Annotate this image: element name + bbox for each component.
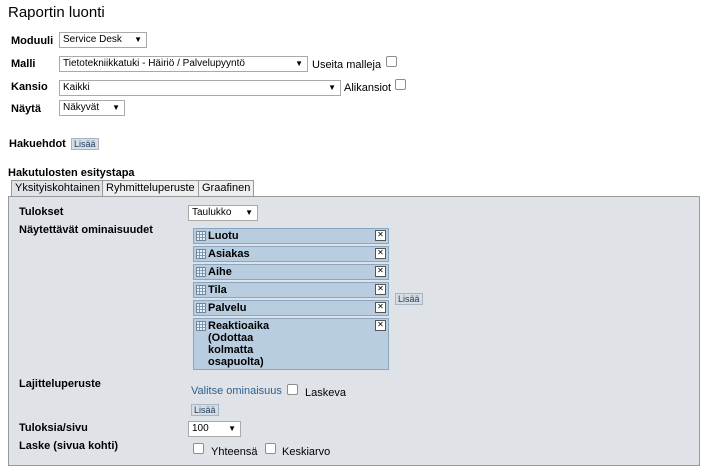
multi-templates-label: Useita malleja [312, 59, 382, 71]
close-icon[interactable]: ✕ [375, 284, 386, 295]
output-select-value: Taulukko [192, 207, 232, 218]
attribute-item-label: Asiakas [208, 248, 250, 260]
tab-graphical[interactable]: Graafinen [198, 180, 255, 197]
chevron-down-icon: ▼ [245, 208, 253, 217]
tab-detailed[interactable]: Yksityiskohtainen [11, 180, 104, 197]
show-select-value: Näkyvät [63, 102, 100, 113]
show-select[interactable]: Näkyvät ▼ [59, 100, 125, 116]
subfolders-label: Alikansiot [344, 82, 392, 94]
module-select[interactable]: Service Desk ▼ [59, 32, 147, 48]
drag-handle-icon[interactable] [196, 285, 206, 295]
close-icon[interactable]: ✕ [375, 248, 386, 259]
sort-label: Lajitteluperuste [19, 378, 101, 390]
template-label: Malli [11, 58, 36, 70]
attribute-item-created[interactable]: Luotu ✕ [193, 228, 389, 244]
subfolders-checkbox[interactable] [395, 79, 406, 90]
chevron-down-icon: ▼ [112, 103, 120, 112]
tab-grouping[interactable]: Ryhmitteluperuste [102, 180, 199, 197]
template-select[interactable]: Tietotekniikkatuki - Häiriö / Palvelupyy… [59, 56, 308, 72]
chevron-down-icon: ▼ [228, 424, 236, 433]
drag-handle-icon[interactable] [196, 267, 206, 277]
attribute-item-customer[interactable]: Asiakas ✕ [193, 246, 389, 262]
output-label: Tulokset [19, 206, 64, 218]
attribute-item-label: Aihe [208, 266, 232, 278]
attribute-item-label: Tila [208, 284, 227, 296]
calc-label: Laske (sivua kohti) [19, 440, 119, 452]
per-page-select-value: 100 [192, 423, 209, 434]
template-select-value: Tietotekniikkatuki - Häiriö / Palvelupyy… [63, 58, 245, 69]
sum-label: Yhteensä [211, 446, 258, 458]
per-page-label: Tuloksia/sivu [19, 422, 88, 434]
drag-handle-icon[interactable] [196, 303, 206, 313]
output-select[interactable]: Taulukko ▼ [188, 205, 258, 221]
choose-attribute-link[interactable]: Valitse ominaisuus [191, 385, 282, 397]
module-label: Moduuli [11, 35, 54, 47]
descending-label: Laskeva [305, 387, 346, 399]
criteria-label: Hakuehdot [9, 138, 66, 150]
attribute-item-status[interactable]: Tila ✕ [193, 282, 389, 298]
drag-handle-icon[interactable] [196, 249, 206, 259]
drag-handle-icon[interactable] [196, 321, 206, 331]
close-icon[interactable]: ✕ [375, 266, 386, 277]
sum-checkbox[interactable] [193, 443, 204, 454]
chevron-down-icon: ▼ [295, 59, 303, 68]
chevron-down-icon: ▼ [328, 83, 336, 92]
add-sort-button[interactable]: Lisää [191, 404, 219, 416]
page-title: Raportin luonti [8, 4, 105, 21]
attribute-item-service[interactable]: Palvelu ✕ [193, 300, 389, 316]
add-attribute-button[interactable]: Lisää [395, 293, 423, 305]
show-label: Näytä [11, 103, 41, 115]
attribute-item-label: Reaktioaika (Odottaa kolmatta osapuolta) [208, 320, 270, 368]
attribute-item-reaction-time[interactable]: Reaktioaika (Odottaa kolmatta osapuolta)… [193, 318, 389, 370]
results-heading: Hakutulosten esitystapa [8, 167, 135, 179]
attribute-item-label: Palvelu [208, 302, 247, 314]
add-criteria-button[interactable]: Lisää [71, 138, 99, 150]
drag-handle-icon[interactable] [196, 231, 206, 241]
descending-checkbox[interactable] [287, 384, 298, 395]
per-page-select[interactable]: 100 ▼ [188, 421, 241, 437]
multi-templates-checkbox[interactable] [386, 56, 397, 67]
average-label: Keskiarvo [282, 446, 331, 458]
attributes-label: Näytettävät ominaisuudet [19, 224, 153, 236]
attribute-item-label: Luotu [208, 230, 239, 242]
folder-select-value: Kaikki [63, 82, 90, 93]
folder-select[interactable]: Kaikki ▼ [59, 80, 341, 96]
close-icon[interactable]: ✕ [375, 230, 386, 241]
close-icon[interactable]: ✕ [375, 302, 386, 313]
folder-label: Kansio [11, 81, 48, 93]
attribute-item-subject[interactable]: Aihe ✕ [193, 264, 389, 280]
average-checkbox[interactable] [265, 443, 276, 454]
module-select-value: Service Desk [63, 34, 122, 45]
close-icon[interactable]: ✕ [375, 320, 386, 331]
chevron-down-icon: ▼ [134, 35, 142, 44]
